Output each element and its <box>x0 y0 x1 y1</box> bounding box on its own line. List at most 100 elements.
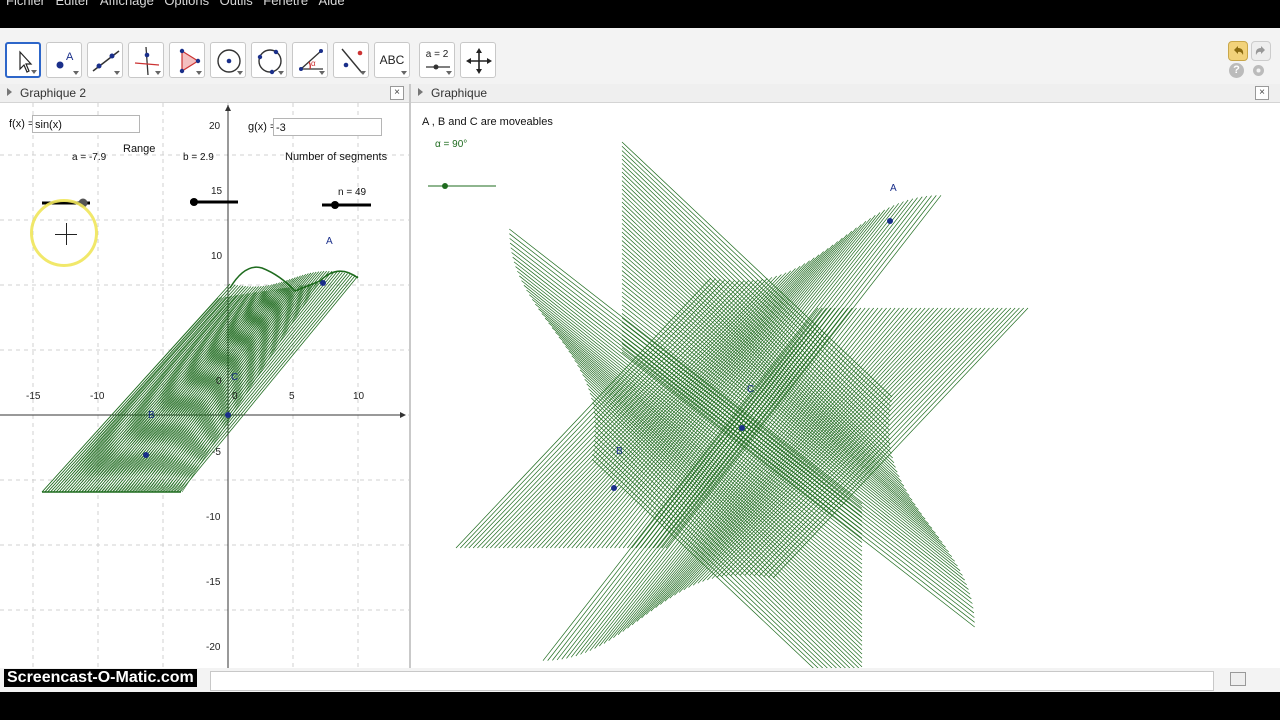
svg-text:A: A <box>66 51 74 63</box>
point-a-label-right: A <box>890 183 897 194</box>
menu-item-aide[interactable]: Aide <box>319 0 345 8</box>
segment-rotated <box>758 307 1016 577</box>
move-arrows-icon <box>466 48 492 74</box>
undo-button[interactable] <box>1228 41 1248 61</box>
segment <box>151 270 333 493</box>
point-tool[interactable]: A <box>46 42 82 78</box>
segment-rotated <box>519 275 863 548</box>
segment <box>130 288 282 493</box>
segment-rotated <box>460 278 716 549</box>
segment <box>158 285 302 493</box>
segment-rotated <box>468 279 726 549</box>
geogebra-window: A α ABC a = 2 ? Graphique 2 × Graphique … <box>0 28 1280 692</box>
bottom-strip <box>0 692 1280 720</box>
svg-text:α: α <box>311 59 316 68</box>
watermark: Screencast-O-Matic.com <box>4 669 197 687</box>
menu-item-options[interactable]: Options <box>164 0 209 8</box>
right-graph-canvas[interactable] <box>411 103 1280 692</box>
segment <box>141 287 290 493</box>
g-input[interactable]: -3 <box>273 118 382 136</box>
text-tool[interactable]: ABC <box>374 42 410 78</box>
menu-item-fenetre[interactable]: Fenêtre <box>263 0 308 8</box>
menu-item-affichage[interactable]: Affichage <box>100 0 154 8</box>
y-tick: 20 <box>209 121 221 132</box>
keyboard-icon[interactable] <box>1230 672 1246 686</box>
slider-n-knob <box>331 201 339 209</box>
segment <box>84 293 249 493</box>
crosshair-cursor-icon-v <box>66 223 67 245</box>
y-tick: -5 <box>212 447 221 458</box>
collapse-arrow-icon[interactable] <box>418 88 423 96</box>
menu-item-fichier[interactable]: Fichier <box>6 0 45 8</box>
slider-b-knob <box>190 198 198 206</box>
segment <box>44 297 221 493</box>
segment-rotated <box>768 307 1024 578</box>
graphique-titlebar: Graphique × <box>411 84 1280 103</box>
redo-button[interactable] <box>1251 41 1271 61</box>
segment <box>41 297 219 493</box>
segment-rotated <box>512 256 863 530</box>
segment-rotated <box>621 154 891 412</box>
point-a <box>320 280 326 286</box>
alpha-slider-label: α = 90° <box>435 139 468 150</box>
segment-rotated <box>510 247 863 522</box>
menu-bar: Fichier Editer Affichage Options Outils … <box>0 0 1280 28</box>
menu-item-editer[interactable]: Editer <box>55 0 89 8</box>
segment <box>107 290 266 493</box>
redo-icon <box>1255 46 1265 55</box>
segment <box>161 284 304 493</box>
y-tick: 15 <box>211 186 223 197</box>
range-label: Range <box>123 143 156 155</box>
graphique-title: Graphique <box>431 86 488 100</box>
segment <box>164 284 307 493</box>
f-label: f(x) = <box>9 118 35 130</box>
segment <box>56 296 229 493</box>
circle-tool[interactable] <box>210 42 246 78</box>
point-b <box>143 452 149 458</box>
collapse-arrow-icon[interactable] <box>7 88 12 96</box>
point-c <box>225 412 231 418</box>
close-graphique-button[interactable]: × <box>1255 86 1269 100</box>
gear-icon[interactable] <box>1251 63 1266 78</box>
input-field[interactable] <box>210 671 1214 691</box>
alpha-slider-knob <box>442 183 448 189</box>
x-tick: -15 <box>26 391 41 402</box>
y-tick: -10 <box>206 512 221 523</box>
move-tool[interactable] <box>5 42 41 78</box>
segment <box>110 290 268 493</box>
line-tool[interactable] <box>87 42 123 78</box>
point-a-label-left: A <box>326 236 333 247</box>
segment-rotated <box>621 146 892 402</box>
graphique-view[interactable]: A , B and C are moveables α = 90° A B C <box>411 103 1280 692</box>
reflect-tool[interactable] <box>333 42 369 78</box>
angle-tool[interactable]: α <box>292 42 328 78</box>
y-tick: -15 <box>206 577 221 588</box>
close-graphique2-button[interactable]: × <box>390 86 404 100</box>
y-tick: -20 <box>206 642 221 653</box>
slider-tool[interactable]: a = 2 <box>419 42 455 78</box>
undo-icon <box>1234 46 1244 55</box>
y-axis-arrow <box>225 105 231 111</box>
arrow-pointer-icon <box>19 50 33 73</box>
conic-tool[interactable] <box>251 42 287 78</box>
polygon-tool[interactable] <box>169 42 205 78</box>
point-c-label-left: C <box>231 372 239 383</box>
help-icon[interactable]: ? <box>1229 63 1244 78</box>
caption-text: A , B and C are moveables <box>422 116 553 128</box>
point-b-label-right: B <box>616 446 623 457</box>
f-input[interactable]: sin(x) <box>32 115 140 133</box>
segments-label: Number of segments <box>285 151 388 163</box>
cursor-highlight <box>30 199 98 267</box>
perpendicular-tool[interactable] <box>128 42 164 78</box>
y-tick: 10 <box>211 251 223 262</box>
segment <box>123 273 307 493</box>
x-tick: 5 <box>289 391 295 402</box>
y-tick: 0 <box>216 376 222 387</box>
point-c-right <box>739 425 745 431</box>
menu-item-outils[interactable]: Outils <box>220 0 253 8</box>
graphique2-view[interactable]: f(x) = sin(x) g(x) = -3 Range a = -7.9 b… <box>0 103 409 692</box>
x-tick: 0 <box>232 391 238 402</box>
point-c-label-right: C <box>747 384 755 395</box>
move-view-tool[interactable] <box>460 42 496 78</box>
graphique2-titlebar: Graphique 2 × <box>0 84 409 103</box>
